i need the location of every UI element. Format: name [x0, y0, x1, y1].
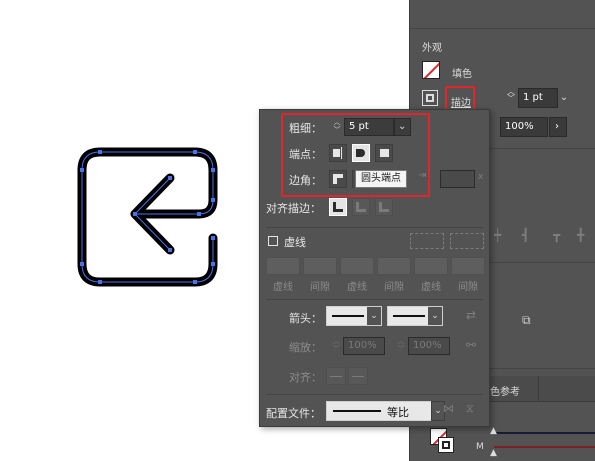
start-arrowhead-select[interactable]: ⌄ [326, 306, 382, 326]
link-scale-icon[interactable]: ⚯ [466, 338, 476, 352]
align-center-icon[interactable]: ┿ [494, 228, 501, 242]
dashed-checkbox[interactable] [268, 236, 278, 246]
flip-vertical-icon[interactable]: ⧖ [466, 402, 474, 416]
gap-3-label: 间隙 [458, 282, 478, 293]
align-outside-stroke-button[interactable] [375, 198, 393, 216]
opacity-field[interactable]: 100% [500, 117, 548, 137]
gradient-slider-2[interactable] [494, 446, 595, 448]
slider-thumb-icon[interactable]: ▲ [490, 426, 497, 436]
scale-label: 缩放： [289, 341, 322, 354]
profile-label: 配置文件： [266, 407, 321, 420]
align-inside-stroke-button[interactable] [352, 198, 370, 216]
profile-select[interactable]: 等比 [326, 401, 433, 421]
slider-thumb-icon-2[interactable]: ▲ [490, 448, 497, 458]
limit-x: x [478, 172, 484, 182]
stroke-swatch[interactable] [422, 90, 438, 106]
align-top-icon[interactable]: ┳ [553, 228, 560, 242]
dash-preserve-icon[interactable] [410, 233, 444, 249]
stroke-popup: 粗细： ︿ ﹀ 5 pt ⌄ 端点： 边角： ⇥ x 对齐描边： 虚线 虚线 间… [259, 109, 490, 427]
align-center-stroke-button[interactable] [329, 198, 347, 216]
gap-2-label: 间隙 [384, 282, 404, 293]
align-stroke-label: 对齐描边： [266, 202, 321, 215]
gradient-slider[interactable] [494, 432, 595, 434]
dash-align-corners-icon[interactable] [450, 233, 484, 249]
round-cap-tooltip: 圆头端点 [355, 170, 407, 188]
profile-value: 等比 [387, 406, 409, 419]
scale-start-input[interactable]: 100% [343, 337, 385, 355]
arrow-align-label: 对齐： [289, 371, 322, 384]
appearance-heading: 外观 [422, 43, 442, 54]
arrow-extend-button[interactable] [326, 367, 346, 385]
scale-end-spinner[interactable]: ︿ ﹀ [395, 337, 407, 355]
limit-input[interactable] [440, 170, 475, 188]
opacity-arrow-icon[interactable]: › [549, 117, 567, 137]
end-arrowhead-select[interactable]: ⌄ [387, 306, 443, 326]
scale-start-spinner[interactable]: ︿ ﹀ [330, 337, 342, 355]
swap-arrowheads-icon[interactable]: ⇄ [466, 308, 476, 322]
fill-label: 填色 [452, 69, 472, 80]
pathfinder-unite-icon[interactable]: ⧉ [522, 313, 531, 328]
align-right-icon[interactable]: ┫ [522, 228, 529, 242]
stroke-fill-widget[interactable] [430, 428, 456, 454]
dashed-label: 虚线 [284, 236, 306, 249]
fill-swatch[interactable] [422, 61, 440, 79]
arrow-inside-button[interactable] [348, 367, 368, 385]
arrowhead-label: 箭头： [289, 312, 322, 325]
flip-horizontal-icon[interactable]: ⋈ [443, 402, 454, 415]
fx-letter: M [476, 442, 484, 452]
stroke-weight-dropdown-icon[interactable]: ⌄ [556, 89, 572, 107]
dash-3-label: 虚线 [421, 282, 441, 293]
scale-end-input[interactable]: 100% [408, 337, 450, 355]
dash-1-label: 虚线 [273, 282, 293, 293]
dash-2-label: 虚线 [347, 282, 367, 293]
align-vcenter-icon[interactable]: ╋ [577, 228, 584, 242]
stroke-weight-field[interactable]: 1 pt [518, 88, 558, 108]
gap-1-label: 间隙 [310, 282, 330, 293]
illustrator-workspace: 外观 填色 描边 ︿﹀ 1 pt ⌄ 100% › ┿ ┫ ┳ ╋ ⧉ 色参考 [0, 0, 595, 461]
tab-color-guide[interactable]: 色参考 [490, 383, 520, 398]
artwork-arrow-box[interactable] [60, 130, 240, 300]
